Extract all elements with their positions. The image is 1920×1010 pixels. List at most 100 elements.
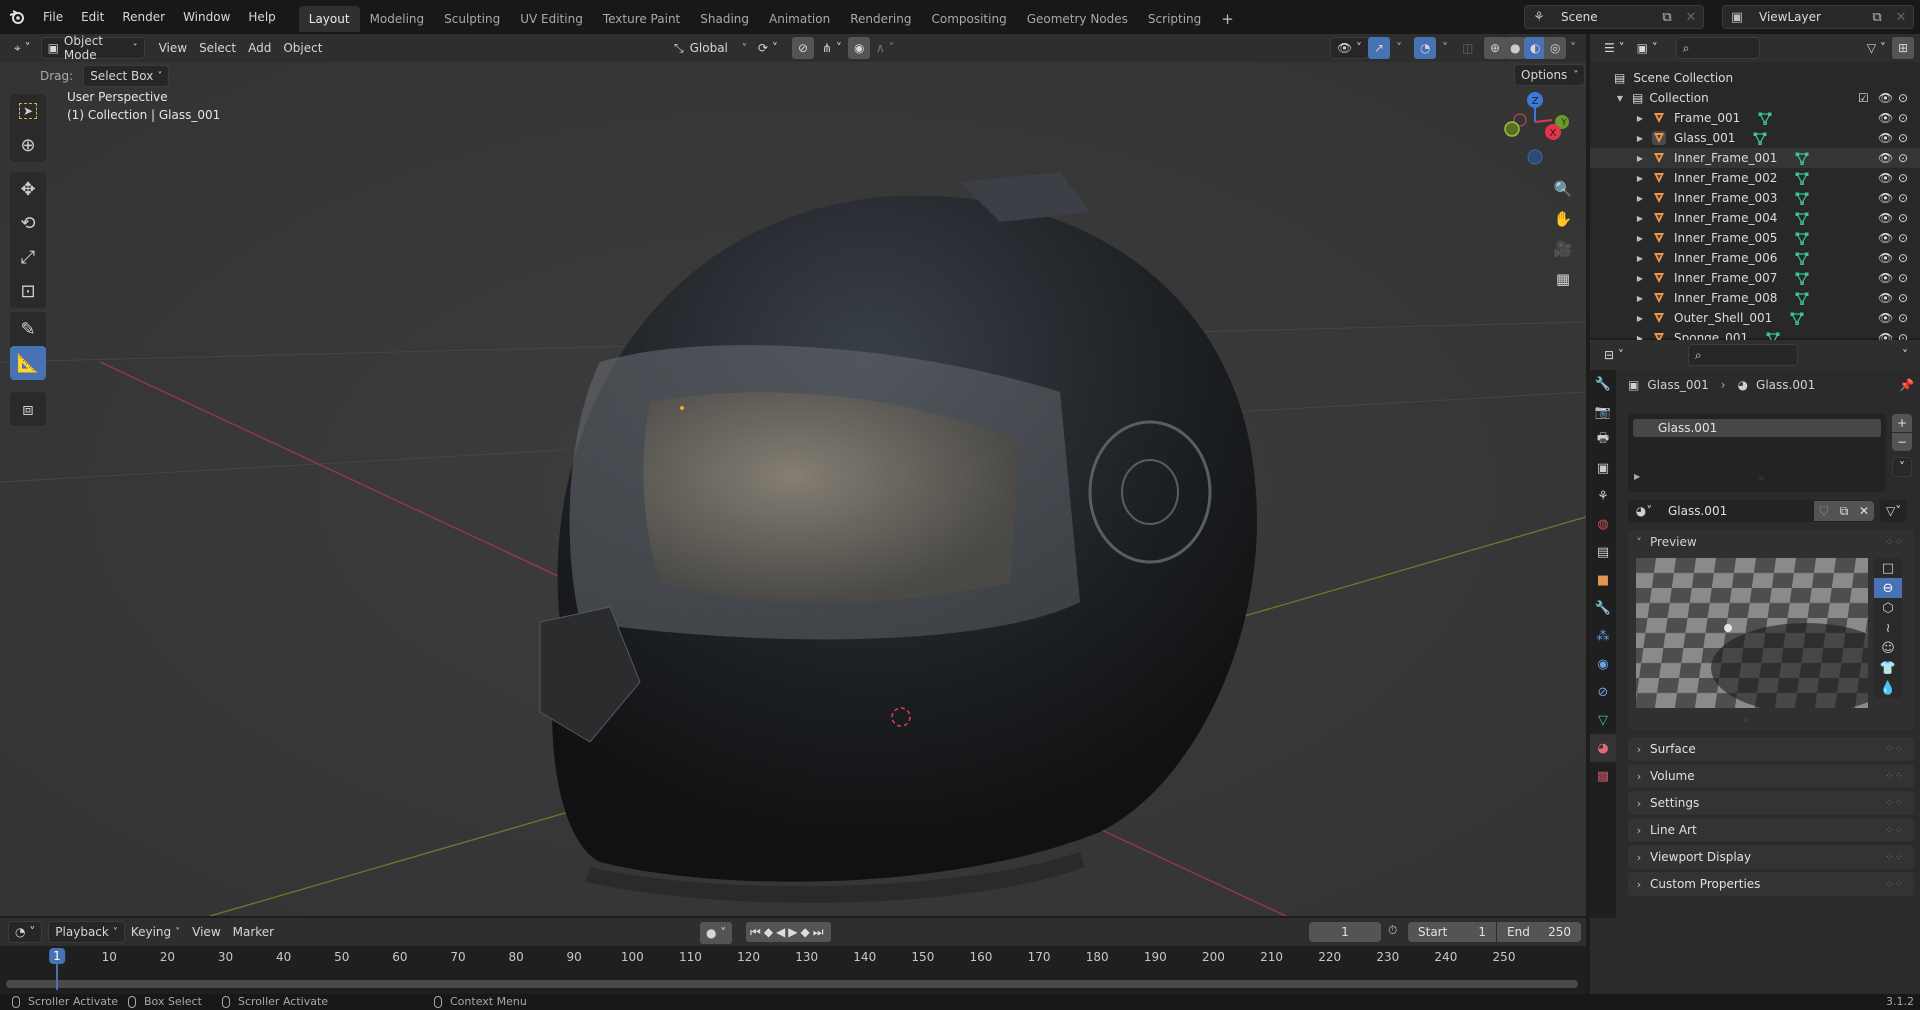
scene-name[interactable]: Scene [1553, 10, 1655, 24]
eye-icon[interactable]: 👁 [1878, 271, 1893, 285]
menu-help[interactable]: Help [239, 0, 284, 34]
object-name[interactable]: Inner_Frame_002 [1674, 171, 1777, 185]
outliner-object-row[interactable]: ▶ Inner_Frame_003 👁 ⊙ [1590, 188, 1920, 208]
collection-row[interactable]: ▼ ▤ Collection ☑ 👁 ⊙ [1590, 88, 1920, 108]
fake-user-icon[interactable]: ⛉ [1814, 501, 1834, 521]
move-tool[interactable]: ✥ [10, 172, 46, 206]
annotate-tool[interactable]: ✎ [10, 312, 46, 346]
new-scene-icon[interactable]: ⧉ [1655, 6, 1679, 28]
timeline-editor-type-button[interactable]: ◔ ˅ [8, 921, 43, 943]
drag-grip-icon[interactable]: ⁘⁘ [1885, 771, 1904, 782]
outliner-object-row[interactable]: ▶ Glass_001 👁 ⊙ [1590, 128, 1920, 148]
tab-collection[interactable]: ▤ [1590, 538, 1616, 566]
camera-render-icon[interactable]: ⊙ [1898, 171, 1908, 185]
outliner-object-row[interactable]: ▶ Inner_Frame_005 👁 ⊙ [1590, 228, 1920, 248]
expand-triangle-icon[interactable]: ▶ [1634, 174, 1646, 183]
tab-modeling[interactable]: Modeling [360, 6, 435, 32]
expand-triangle-icon[interactable]: ▶ [1634, 114, 1646, 123]
outliner-object-row[interactable]: ▶ Frame_001 👁 ⊙ [1590, 108, 1920, 128]
editor-type-button[interactable]: ⌖ ˅ [8, 37, 37, 59]
eye-icon[interactable]: 👁 [1878, 131, 1893, 145]
mesh-data-icon[interactable] [1795, 171, 1809, 185]
snap-toggle[interactable]: ⊘ [792, 37, 815, 59]
xray-toggle[interactable]: ◫ [1456, 37, 1479, 59]
tab-geometry-nodes[interactable]: Geometry Nodes [1017, 6, 1138, 32]
preview-hair-button[interactable]: ≀ [1874, 618, 1902, 638]
timeline-scrollbar[interactable] [6, 980, 1578, 988]
object-name[interactable]: Glass_001 [1674, 131, 1735, 145]
selectability-button[interactable]: 👁 ˅ [1330, 37, 1370, 59]
expand-triangle-icon[interactable]: ▶ [1634, 314, 1646, 323]
expand-triangle-icon[interactable]: ▶ [1634, 214, 1646, 223]
snap-target-button[interactable]: ⋔ ˅ [816, 37, 848, 59]
cursor-tool[interactable]: ⊕ [10, 128, 46, 162]
preview-sphere-button[interactable]: ⊖ [1874, 578, 1902, 598]
expand-triangle-icon[interactable]: ▼ [1614, 94, 1626, 103]
remove-slot-button[interactable]: − [1892, 433, 1912, 451]
tab-texture-paint[interactable]: Texture Paint [593, 6, 690, 32]
drag-grip-icon[interactable]: ⁘⁘ [1885, 879, 1904, 890]
blender-logo-icon[interactable] [0, 0, 34, 34]
expand-triangle-icon[interactable]: ▶ [1634, 274, 1646, 283]
rotate-tool[interactable]: ⟲ [10, 206, 46, 240]
show-overlays-toggle[interactable]: ◔ [1414, 37, 1437, 59]
tab-layout[interactable]: Layout [298, 6, 360, 32]
tab-shading[interactable]: Shading [690, 6, 759, 32]
object-name[interactable]: Inner_Frame_007 [1674, 271, 1777, 285]
play-button[interactable]: ▶ [788, 925, 800, 939]
menu-render[interactable]: Render [113, 0, 174, 34]
object-name[interactable]: Inner_Frame_008 [1674, 291, 1777, 305]
add-workspace-button[interactable]: + [1211, 6, 1244, 32]
object-name[interactable]: Inner_Frame_005 [1674, 231, 1777, 245]
camera-render-icon[interactable]: ⊙ [1898, 211, 1908, 225]
playhead[interactable]: 1 [49, 948, 73, 990]
menu-view[interactable]: View [186, 921, 226, 943]
resize-grip[interactable]: ⁘ [1743, 716, 1750, 725]
outliner-object-row[interactable]: ▶ Inner_Frame_001 👁 ⊙ [1590, 148, 1920, 168]
delete-scene-icon[interactable]: ✕ [1679, 6, 1703, 28]
preview-monkey-button[interactable]: ☺ [1874, 638, 1902, 658]
material-slot-item[interactable]: Glass.001 [1633, 419, 1881, 437]
preview-panel-header[interactable]: ˅ Preview ⁘⁘ [1628, 530, 1914, 554]
menu-add[interactable]: Add [242, 37, 277, 59]
menu-file[interactable]: File [34, 0, 72, 34]
eye-icon[interactable]: 👁 [1878, 191, 1893, 205]
mesh-data-icon[interactable] [1795, 191, 1809, 205]
unlink-material-icon[interactable]: ✕ [1854, 501, 1874, 521]
resize-grip[interactable]: ⁘ [1758, 474, 1765, 483]
end-frame-field[interactable]: End 250 [1497, 922, 1581, 942]
gizmo-neg-y[interactable] [1504, 121, 1520, 137]
transform-tool[interactable]: ⊡ [10, 274, 46, 308]
eye-icon[interactable]: 👁 [1878, 251, 1893, 265]
panel-settings[interactable]: › Settings ⁘⁘ [1628, 791, 1914, 815]
camera-render-icon[interactable]: ⊙ [1898, 311, 1908, 325]
link-data-dropdown[interactable]: ▽˅ [1880, 500, 1908, 522]
drag-grip-icon[interactable]: ⁘⁘ [1885, 825, 1904, 836]
camera-render-icon[interactable]: ⊙ [1898, 271, 1908, 285]
object-name[interactable]: Inner_Frame_003 [1674, 191, 1777, 205]
pivot-point-button[interactable]: ⟳ ˅ [752, 37, 784, 59]
tab-world[interactable]: ◍ [1590, 510, 1616, 538]
delete-viewlayer-icon[interactable]: ✕ [1889, 6, 1913, 28]
add-cube-tool[interactable]: ⧈ [10, 392, 46, 426]
expand-triangle-icon[interactable]: ▶ [1634, 234, 1646, 243]
eye-icon[interactable]: 👁 [1878, 151, 1893, 165]
expand-triangle-icon[interactable]: ▶ [1634, 294, 1646, 303]
preview-cube-button[interactable]: ⬡ [1874, 598, 1902, 618]
panel-line-art[interactable]: › Line Art ⁘⁘ [1628, 818, 1914, 842]
new-collection-button[interactable]: ⊞ [1891, 37, 1914, 59]
object-name[interactable]: Inner_Frame_001 [1674, 151, 1777, 165]
mesh-data-icon[interactable] [1753, 131, 1767, 145]
prev-keyframe-button[interactable]: ◆ [764, 925, 776, 939]
tab-particles[interactable]: ⁂ [1590, 622, 1616, 650]
zoom-button[interactable]: 🔍 [1548, 174, 1578, 204]
auto-keying-toggle[interactable]: ● ˅ [700, 922, 733, 944]
viewlayer-name[interactable]: ViewLayer [1751, 10, 1865, 24]
eye-icon[interactable]: 👁 [1878, 91, 1893, 105]
material-selector[interactable]: ◕˅ Glass.001 ⛉ ⧉ ✕ [1628, 500, 1874, 522]
properties-editor-type-button[interactable]: ⊟ ˅ [1598, 344, 1630, 366]
tab-scripting[interactable]: Scripting [1138, 6, 1211, 32]
expand-triangle-icon[interactable]: ▶ [1634, 254, 1646, 263]
panel-volume[interactable]: › Volume ⁘⁘ [1628, 764, 1914, 788]
scene-collection-row[interactable]: ▤ Scene Collection [1590, 68, 1920, 88]
